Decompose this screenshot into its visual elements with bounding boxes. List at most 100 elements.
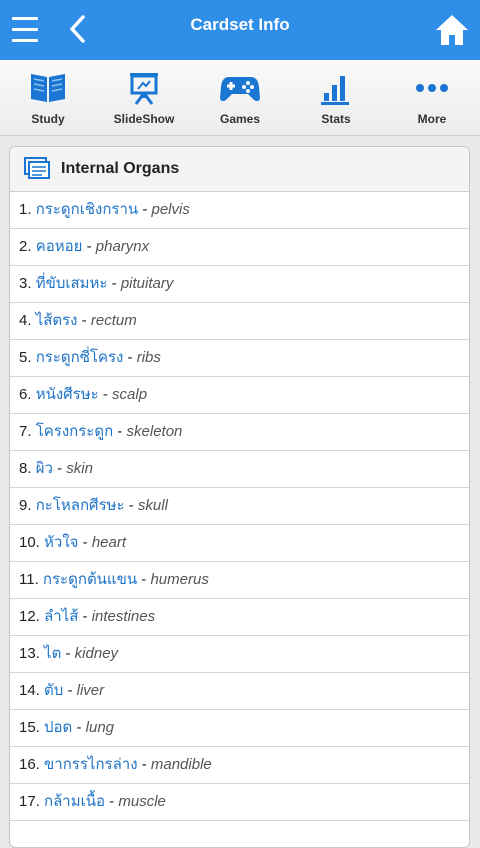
separator: - [113, 423, 127, 440]
card-definition: heart [91, 534, 127, 551]
card-number: 17. [19, 793, 40, 810]
card-term[interactable]: คอหอย [36, 238, 83, 255]
card-number: 6. [19, 386, 32, 403]
card-definition: pelvis [151, 201, 190, 218]
card-definition: lung [85, 719, 115, 736]
card-definition: intestines [91, 608, 156, 625]
card-number: 11. [19, 571, 39, 588]
card-number: 13. [19, 645, 40, 662]
card-row[interactable]: 13. ไต - kidney [10, 636, 469, 673]
card-term[interactable]: กระดูกซี่โครง [36, 349, 124, 366]
study-label: Study [31, 112, 65, 126]
card-number: 2. [19, 238, 32, 255]
card-number: 3. [19, 275, 32, 292]
separator: - [123, 349, 137, 366]
card-number: 1. [19, 201, 32, 218]
more-label: More [417, 112, 447, 126]
card-term[interactable]: หนังศีรษะ [36, 386, 99, 403]
card-row[interactable]: 12. ลำไส้ - intestines [10, 599, 469, 636]
cardset-panel: Internal Organs 1. กระดูกเชิงกราน - pelv… [9, 146, 470, 848]
card-row[interactable]: 9. กะโหลกศีรษะ - skull [10, 488, 469, 525]
more-button[interactable]: More [384, 60, 480, 135]
card-term[interactable]: โครงกระดูก [36, 423, 114, 440]
bar-chart-icon [321, 76, 349, 105]
card-row[interactable]: 4. ไส้ตรง - rectum [10, 303, 469, 340]
card-definition: scalp [112, 386, 148, 403]
card-number: 5. [19, 349, 32, 366]
card-definition: humerus [150, 571, 209, 588]
slideshow-button[interactable]: SlideShow [96, 60, 192, 135]
card-term[interactable]: ผิว [36, 460, 53, 477]
card-number: 10. [19, 534, 40, 551]
card-list: 1. กระดูกเชิงกราน - pelvis 2. คอหอย - pha… [10, 192, 469, 821]
card-term[interactable]: ตับ [44, 682, 63, 699]
separator: - [137, 571, 151, 588]
card-row[interactable]: 10. หัวใจ - heart [10, 525, 469, 562]
card-term[interactable]: ปอด [44, 719, 72, 736]
games-button[interactable]: Games [192, 60, 288, 135]
card-row[interactable]: 17. กล้ามเนื้อ - muscle [10, 784, 469, 821]
more-dots-icon [416, 84, 448, 92]
app-bar: Cardset Info [0, 0, 480, 60]
cardset-header: Internal Organs [10, 147, 469, 192]
card-definition: ribs [136, 349, 161, 366]
card-definition: skin [66, 460, 93, 477]
card-row[interactable]: 2. คอหอย - pharynx [10, 229, 469, 266]
card-term[interactable]: ที่ขับเสมหะ [36, 275, 108, 292]
separator: - [78, 534, 92, 551]
toolbar: Study SlideShow Games Stats More [0, 60, 480, 136]
card-definition: pituitary [120, 275, 174, 292]
card-term[interactable]: ไส้ตรง [36, 312, 78, 329]
card-row[interactable]: 14. ตับ - liver [10, 673, 469, 710]
card-number: 15. [19, 719, 40, 736]
card-definition: liver [76, 682, 105, 699]
card-number: 8. [19, 460, 32, 477]
card-row[interactable]: 6. หนังศีรษะ - scalp [10, 377, 469, 414]
card-term[interactable]: กล้ามเนื้อ [44, 793, 105, 810]
card-definition: rectum [90, 312, 137, 329]
separator: - [98, 386, 113, 403]
gamepad-icon [220, 77, 260, 102]
card-row[interactable]: 8. ผิว - skin [10, 451, 469, 488]
separator: - [124, 497, 138, 514]
card-definition: muscle [118, 793, 166, 810]
separator: - [61, 645, 75, 662]
separator: - [72, 719, 86, 736]
card-term[interactable]: กระดูกเชิงกราน [36, 201, 138, 218]
separator: - [63, 682, 77, 699]
card-row[interactable]: 5. กระดูกซี่โครง - ribs [10, 340, 469, 377]
card-number: 4. [19, 312, 32, 329]
card-number: 14. [19, 682, 40, 699]
card-definition: skeleton [126, 423, 183, 440]
card-number: 9. [19, 497, 32, 514]
page-title: Cardset Info [190, 15, 290, 34]
card-row[interactable]: 7. โครงกระดูก - skeleton [10, 414, 469, 451]
card-term[interactable]: ขากรรไกรล่าง [44, 756, 138, 773]
stats-label: Stats [321, 112, 351, 126]
separator: - [82, 238, 96, 255]
card-row[interactable]: 16. ขากรรไกรล่าง - mandible [10, 747, 469, 784]
card-number: 12. [19, 608, 40, 625]
card-number: 16. [19, 756, 40, 773]
card-term[interactable]: กระดูกต้นแขน [43, 571, 137, 588]
cards-icon [24, 157, 50, 179]
card-number: 7. [19, 423, 32, 440]
separator: - [138, 201, 152, 218]
separator: - [107, 275, 121, 292]
separator: - [77, 312, 91, 329]
card-definition: skull [137, 497, 168, 514]
card-term[interactable]: ไต [44, 645, 61, 662]
slideshow-icon [130, 73, 158, 105]
study-button[interactable]: Study [0, 60, 96, 135]
card-row[interactable]: 11. กระดูกต้นแขน - humerus [10, 562, 469, 599]
home-icon[interactable] [434, 12, 470, 48]
card-row[interactable]: 3. ที่ขับเสมหะ - pituitary [10, 266, 469, 303]
card-term[interactable]: กะโหลกศีรษะ [36, 497, 125, 514]
card-row[interactable]: 1. กระดูกเชิงกราน - pelvis [10, 192, 469, 229]
card-term[interactable]: หัวใจ [44, 534, 78, 551]
separator: - [105, 793, 119, 810]
separator: - [52, 460, 67, 477]
card-row[interactable]: 15. ปอด - lung [10, 710, 469, 747]
card-term[interactable]: ลำไส้ [44, 608, 78, 625]
stats-button[interactable]: Stats [288, 60, 384, 135]
